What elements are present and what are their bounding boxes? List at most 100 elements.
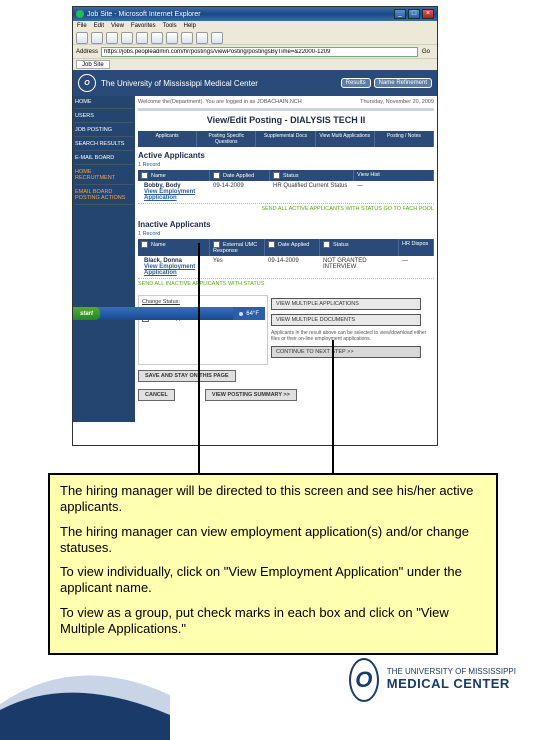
divider <box>138 108 434 111</box>
note: Applicants in the result above can be se… <box>271 330 431 342</box>
home-button[interactable] <box>136 32 148 44</box>
view-summary-button[interactable]: VIEW POSTING SUMMARY >> <box>205 389 297 401</box>
controls-area: Change Status: Active Applicants Inactiv… <box>138 295 434 365</box>
menu-tools[interactable]: Tools <box>163 23 177 29</box>
active-pool-link[interactable]: SEND ALL ACTIVE APPLICANTS WITH STATUS G… <box>138 206 434 212</box>
hist: — <box>354 183 434 201</box>
inactive-header: Name External UMC Response Date Applied … <box>138 239 434 256</box>
weather: 64°F <box>246 311 259 317</box>
sidebar-item-posting-actions[interactable]: EMAIL BOARD POSTING ACTIONS <box>75 189 133 205</box>
instruction-p2: The hiring manager can view employment a… <box>60 524 486 557</box>
continue-button[interactable]: CONTINUE TO NEXT STEP >> <box>271 346 421 358</box>
back-button[interactable] <box>76 32 88 44</box>
browser-tab[interactable]: Job Site <box>76 60 110 69</box>
start-button[interactable]: start <box>73 307 100 320</box>
th-name-i: Name <box>151 242 166 248</box>
resp: Yes <box>210 258 265 276</box>
tab-applicants[interactable]: Applicants <box>138 131 197 147</box>
active-header: Name Date Applied Status View Hist <box>138 170 434 181</box>
maximize-button[interactable]: □ <box>408 9 420 19</box>
logo-text: THE UNIVERSITY OF MISSISSIPPI MEDICAL CE… <box>387 668 516 691</box>
go-button[interactable]: Go <box>422 49 430 55</box>
table-row: Black, Donna View Employment Application… <box>138 256 434 279</box>
save-button[interactable]: SAVE AND STAY ON THIS PAGE <box>138 370 236 382</box>
footer-line2: MEDICAL CENTER <box>387 677 516 691</box>
site-title: The University of Mississippi Medical Ce… <box>101 79 341 88</box>
close-button[interactable]: × <box>422 9 434 19</box>
menu-view[interactable]: View <box>111 23 124 29</box>
address-bar: Address Go <box>73 45 437 59</box>
sidebar-item-job-posting[interactable]: JOB POSTING <box>75 127 133 137</box>
inactive-label: Inactive Applicants <box>138 220 434 229</box>
page-number: 5 <box>20 671 27 685</box>
table-row: Bobby, Body View Employment Application … <box>138 181 434 204</box>
inactive-pool-link[interactable]: SEND ALL INACTIVE APPLICANTS WITH STATUS <box>138 281 434 287</box>
favorites-button[interactable] <box>166 32 178 44</box>
stop-button[interactable] <box>106 32 118 44</box>
menu-favorites[interactable]: Favorites <box>131 23 156 29</box>
page-title: View/Edit Posting - DIALYSIS TECH II <box>138 115 434 125</box>
sidebar-item-home[interactable]: HOME <box>75 99 133 109</box>
th-name: Name <box>151 173 166 179</box>
tab-posting-notes[interactable]: Posting / Notes <box>375 131 434 147</box>
site-logo-icon: O <box>78 74 96 92</box>
minimize-button[interactable]: _ <box>394 9 406 19</box>
sidebar-item-search[interactable]: SEARCH RESULTS <box>75 141 133 151</box>
status-i: NOT GRANTED INTERVIEW <box>320 258 399 276</box>
th-date-i: Date Applied <box>278 242 309 248</box>
view-multiple-applications-button[interactable]: VIEW MULTIPLE APPLICATIONS <box>271 298 421 310</box>
view-multiple-documents-button[interactable]: VIEW MULTIPLE DOCUMENTS <box>271 314 421 326</box>
breadcrumb: Welcome the(Department). You are logged … <box>138 99 434 105</box>
th-date: Date Applied <box>223 173 254 179</box>
instruction-p1: The hiring manager will be directed to t… <box>60 483 486 516</box>
system-tray: 64°F <box>233 307 265 320</box>
ie-icon <box>76 10 84 18</box>
active-records: 1 Record <box>138 162 434 168</box>
tab-view-multi[interactable]: View Multi Applications <box>316 131 375 147</box>
content: HOME USERS JOB POSTING SEARCH RESULTS E-… <box>73 96 437 422</box>
name-refinement-button[interactable]: Name Refinement <box>374 78 432 88</box>
screenshot: Job Site - Microsoft Internet Explorer _… <box>72 6 438 446</box>
hr-i: — <box>399 258 434 276</box>
welcome-text: Welcome the(Department). You are logged … <box>138 99 302 105</box>
instructions-box: The hiring manager will be directed to t… <box>48 473 498 655</box>
results-button[interactable]: Results <box>341 78 371 88</box>
logo-icon: O <box>349 658 379 702</box>
window-titlebar: Job Site - Microsoft Internet Explorer _… <box>73 7 437 21</box>
sidebar-item-email[interactable]: E-MAIL BOARD <box>75 155 133 165</box>
swoosh-graphic <box>0 630 170 740</box>
taskbar: start 64°F <box>73 307 265 320</box>
main: Welcome the(Department). You are logged … <box>135 96 437 422</box>
window-title: Job Site - Microsoft Internet Explorer <box>87 11 392 18</box>
tab-posting-questions[interactable]: Posting Specific Questions <box>197 131 256 147</box>
status: HR Qualified Current Status <box>270 183 354 201</box>
date-applied: 09-14-2009 <box>210 183 270 201</box>
url-input[interactable] <box>101 47 418 57</box>
th-hr: HR Dispos <box>402 241 428 247</box>
menu-help[interactable]: Help <box>184 23 196 29</box>
active-label: Active Applicants <box>138 151 434 160</box>
th-hist: View Hist <box>357 172 380 178</box>
forward-button[interactable] <box>91 32 103 44</box>
view-employment-application-link[interactable]: View Employment Application <box>141 189 207 201</box>
menu-file[interactable]: File <box>77 23 87 29</box>
search-button[interactable] <box>151 32 163 44</box>
site-banner: O The University of Mississippi Medical … <box>73 70 437 96</box>
tabbar: Job Site <box>73 59 437 70</box>
refresh-button[interactable] <box>121 32 133 44</box>
cancel-button[interactable]: CANCEL <box>138 389 175 401</box>
print-button[interactable] <box>211 32 223 44</box>
mail-button[interactable] <box>196 32 208 44</box>
address-label: Address <box>76 49 98 55</box>
sidebar: HOME USERS JOB POSTING SEARCH RESULTS E-… <box>73 96 135 422</box>
history-button[interactable] <box>181 32 193 44</box>
th-status: Status <box>283 173 299 179</box>
tray-icon <box>239 312 243 316</box>
date-i: 09-14-2009 <box>265 258 320 276</box>
tab-supplemental[interactable]: Supplemental Docs <box>256 131 315 147</box>
menu-edit[interactable]: Edit <box>94 23 104 29</box>
menubar: File Edit View Favorites Tools Help <box>73 21 437 31</box>
sidebar-item-recruitment[interactable]: HOME RECRUITMENT <box>75 169 133 185</box>
inactive-records: 1 Record <box>138 231 434 237</box>
sidebar-item-users[interactable]: USERS <box>75 113 133 123</box>
